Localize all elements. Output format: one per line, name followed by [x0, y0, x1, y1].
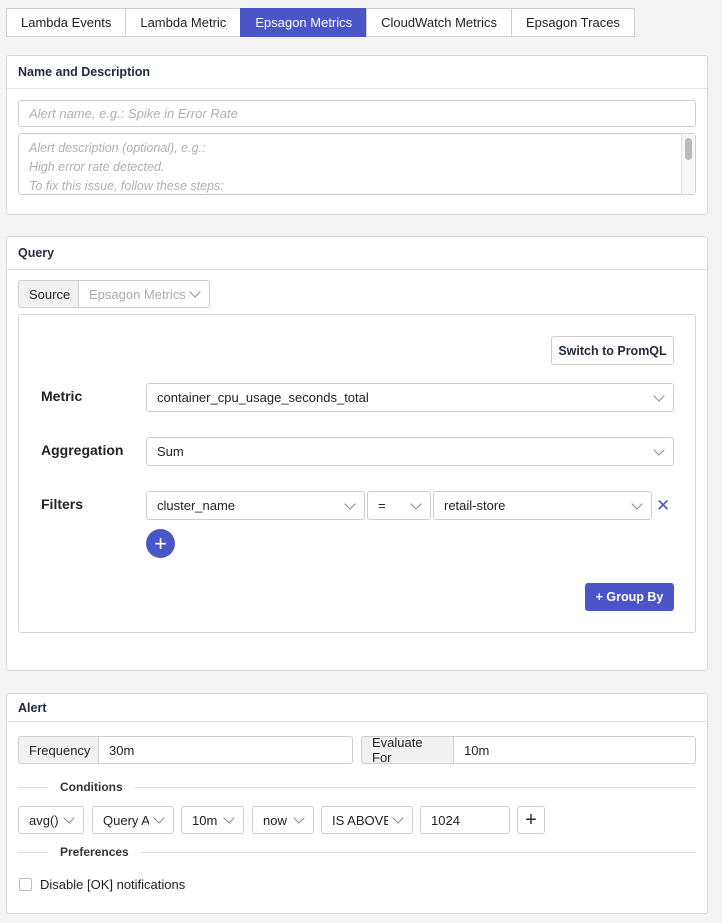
conditions-label: Conditions: [60, 780, 123, 794]
condition-until-select[interactable]: now: [252, 806, 314, 834]
filter-operator-select[interactable]: =: [367, 491, 431, 520]
evaluate-for-input[interactable]: 10m: [453, 736, 696, 764]
divider-line: [18, 786, 48, 788]
source-select-value: Epsagon Metrics: [89, 286, 185, 302]
name-description-panel: Name and Description Alert name, e.g.: S…: [6, 55, 708, 215]
source-select[interactable]: Epsagon Metrics: [78, 280, 210, 308]
divider-line: [134, 786, 696, 788]
chevron-down-icon: [392, 812, 404, 824]
switch-to-promql-button[interactable]: Switch to PromQL: [551, 336, 674, 365]
chevron-down-icon: [153, 812, 165, 824]
evaluate-for-label: Evaluate For: [361, 735, 454, 765]
condition-function-select[interactable]: avg(): [18, 806, 84, 834]
chevron-down-icon: [410, 497, 422, 510]
query-builder-box: Switch to PromQL Metric container_cpu_us…: [18, 314, 696, 633]
frequency-value: 30m: [109, 742, 135, 758]
alert-panel: Alert Frequency 30m Evaluate For 10m Con…: [6, 693, 708, 914]
add-condition-button[interactable]: +: [517, 806, 545, 834]
condition-query-value: Query A: [103, 812, 149, 828]
alert-name-placeholder: Alert name, e.g.: Spike in Error Rate: [29, 106, 238, 121]
metric-label: Metric: [41, 388, 83, 404]
condition-function-value: avg(): [29, 812, 59, 828]
description-placeholder-line: To fix this issue, follow these steps:: [29, 179, 224, 193]
condition-comparator-value: IS ABOVE: [332, 812, 388, 828]
tab-cloudwatch-metrics[interactable]: CloudWatch Metrics: [366, 8, 512, 37]
remove-filter-icon[interactable]: ✕: [656, 497, 670, 514]
panel-title-query: Query: [7, 237, 707, 270]
evaluate-for-value: 10m: [464, 742, 490, 758]
chevron-down-icon: [653, 389, 665, 402]
condition-query-select[interactable]: Query A: [92, 806, 174, 834]
group-by-button[interactable]: + Group By: [585, 583, 674, 611]
preferences-label: Preferences: [60, 845, 129, 859]
disable-ok-checkbox[interactable]: [19, 878, 32, 891]
tab-epsagon-metrics[interactable]: Epsagon Metrics: [240, 8, 368, 37]
description-placeholder-line: High error rate detected.: [29, 160, 165, 174]
chevron-down-icon: [344, 497, 356, 510]
panel-title-name-description: Name and Description: [7, 56, 707, 89]
metric-select[interactable]: container_cpu_usage_seconds_total: [146, 383, 674, 412]
scrollbar-thumb[interactable]: [685, 138, 692, 160]
filter-value-select[interactable]: retail-store: [433, 491, 652, 520]
description-scrollbar[interactable]: [681, 134, 695, 194]
divider-line: [140, 851, 696, 853]
filter-key-select[interactable]: cluster_name: [146, 491, 365, 520]
condition-until-value: now: [263, 812, 287, 828]
condition-threshold-value: 1024: [431, 812, 460, 828]
preferences-divider: Preferences: [18, 845, 696, 859]
chevron-down-icon: [631, 497, 643, 510]
condition-window-value: 10m: [192, 812, 218, 828]
chevron-down-icon: [189, 286, 201, 298]
chevron-down-icon: [653, 443, 665, 456]
frequency-label: Frequency: [18, 736, 99, 764]
chevron-down-icon: [63, 812, 75, 824]
filter-operator-value: =: [378, 498, 386, 513]
frequency-input[interactable]: 30m: [98, 736, 353, 764]
filter-key-value: cluster_name: [157, 498, 236, 513]
condition-comparator-select[interactable]: IS ABOVE: [321, 806, 413, 834]
tab-epsagon-traces[interactable]: Epsagon Traces: [510, 8, 635, 37]
alert-description-textarea[interactable]: Alert description (optional), e.g.: High…: [18, 133, 696, 195]
add-filter-button[interactable]: +: [146, 529, 175, 558]
panel-title-alert: Alert: [7, 694, 707, 722]
disable-ok-label[interactable]: Disable [OK] notifications: [40, 877, 185, 892]
alert-name-input[interactable]: Alert name, e.g.: Spike in Error Rate: [18, 100, 696, 127]
condition-window-select[interactable]: 10m: [181, 806, 244, 834]
chevron-down-icon: [293, 812, 305, 824]
conditions-divider: Conditions: [18, 780, 696, 794]
source-tabs: Lambda Events Lambda Metric Epsagon Metr…: [6, 8, 635, 37]
aggregation-select[interactable]: Sum: [146, 437, 674, 466]
metric-select-value: container_cpu_usage_seconds_total: [157, 390, 369, 405]
chevron-down-icon: [223, 812, 235, 824]
description-placeholder-line: Alert description (optional), e.g.:: [29, 141, 206, 155]
condition-threshold-input[interactable]: 1024: [420, 806, 510, 834]
query-panel: Query Source Epsagon Metrics Switch to P…: [6, 236, 708, 671]
aggregation-select-value: Sum: [157, 444, 184, 459]
tab-lambda-metric[interactable]: Lambda Metric: [125, 8, 242, 37]
filter-value-value: retail-store: [444, 498, 506, 513]
source-label: Source: [18, 280, 79, 308]
aggregation-label: Aggregation: [41, 442, 124, 458]
divider-line: [18, 851, 48, 853]
tab-lambda-events[interactable]: Lambda Events: [6, 8, 127, 37]
filters-label: Filters: [41, 496, 84, 512]
